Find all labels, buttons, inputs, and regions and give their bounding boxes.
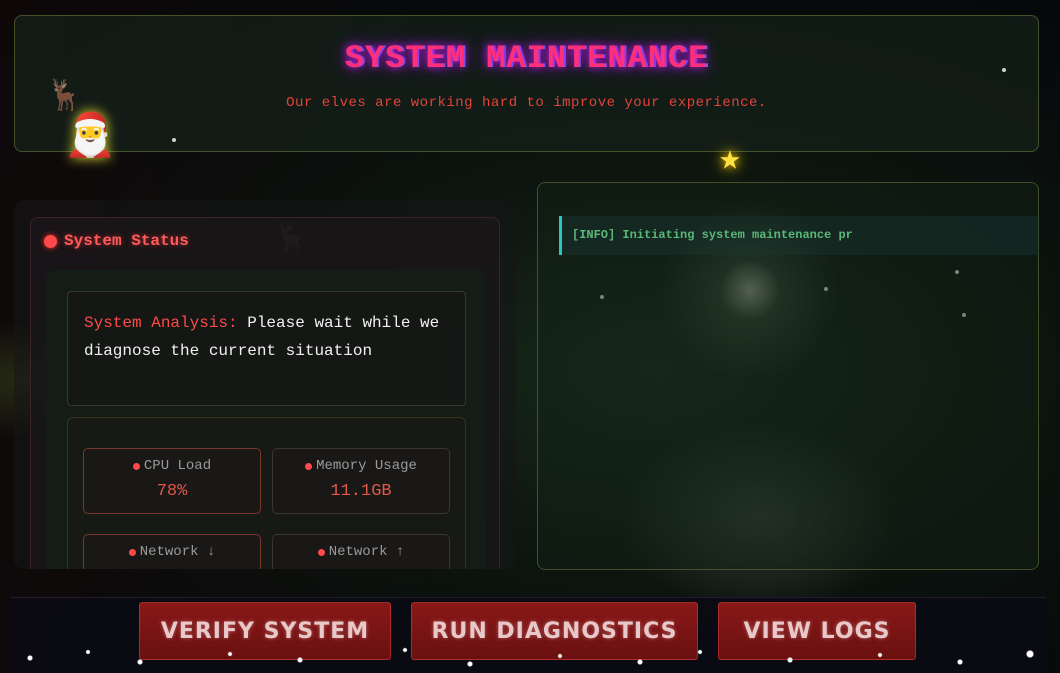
metric-label: Memory Usage (316, 458, 417, 474)
metric-indicator-icon (305, 462, 313, 470)
status-section: System Status System Analysis: Please wa… (14, 200, 516, 569)
status-inner-panel: System Analysis: Please wait while we di… (46, 270, 486, 569)
status-title: System Status (64, 232, 189, 250)
metric-label: Network ↓ (139, 544, 216, 560)
sparkle (1002, 68, 1006, 72)
analysis-box: System Analysis: Please wait while we di… (67, 291, 466, 406)
metric-label: Network ↑ (328, 544, 405, 560)
page-subtitle: Our elves are working hard to improve yo… (286, 95, 767, 111)
reindeer-icon: 🦌 (46, 81, 84, 115)
log-console[interactable]: [INFO] Initiating system maintenance pr (537, 182, 1039, 570)
analysis-label: System Analysis: (84, 314, 238, 332)
status-indicator-icon (44, 234, 57, 248)
log-entry: [INFO] Initiating system maintenance pr (559, 216, 1039, 255)
metric-memory-usage: Memory Usage 11.1GB (272, 448, 450, 514)
metric-indicator-icon (317, 548, 325, 556)
metrics-grid: CPU Load 78% Memory Usage 11.1GB Network… (67, 417, 466, 569)
metric-value: 78% (156, 482, 188, 501)
sparkle (172, 138, 176, 142)
metric-network-up: Network ↑ (272, 534, 450, 569)
santa-icon: 🎅 (64, 114, 117, 162)
metric-indicator-icon (128, 548, 136, 556)
verify-system-button[interactable]: VERIFY SYSTEM (139, 602, 391, 660)
metric-value: 11.1GB (330, 482, 392, 501)
run-diagnostics-button[interactable]: RUN DIAGNOSTICS (411, 602, 698, 660)
header-banner: SYSTEM MAINTENANCE Our elves are working… (14, 15, 1039, 152)
metric-label: CPU Load (143, 458, 212, 474)
star-icon: ★ (719, 139, 741, 180)
status-header: System Status (44, 232, 189, 250)
metric-cpu-load: CPU Load 78% (83, 448, 261, 514)
metric-indicator-icon (132, 462, 140, 470)
metric-network-down: Network ↓ (83, 534, 261, 569)
page-title: SYSTEM MAINTENANCE (344, 40, 709, 77)
view-logs-button[interactable]: VIEW LOGS (718, 602, 916, 660)
status-panel: System Status System Analysis: Please wa… (30, 217, 500, 569)
